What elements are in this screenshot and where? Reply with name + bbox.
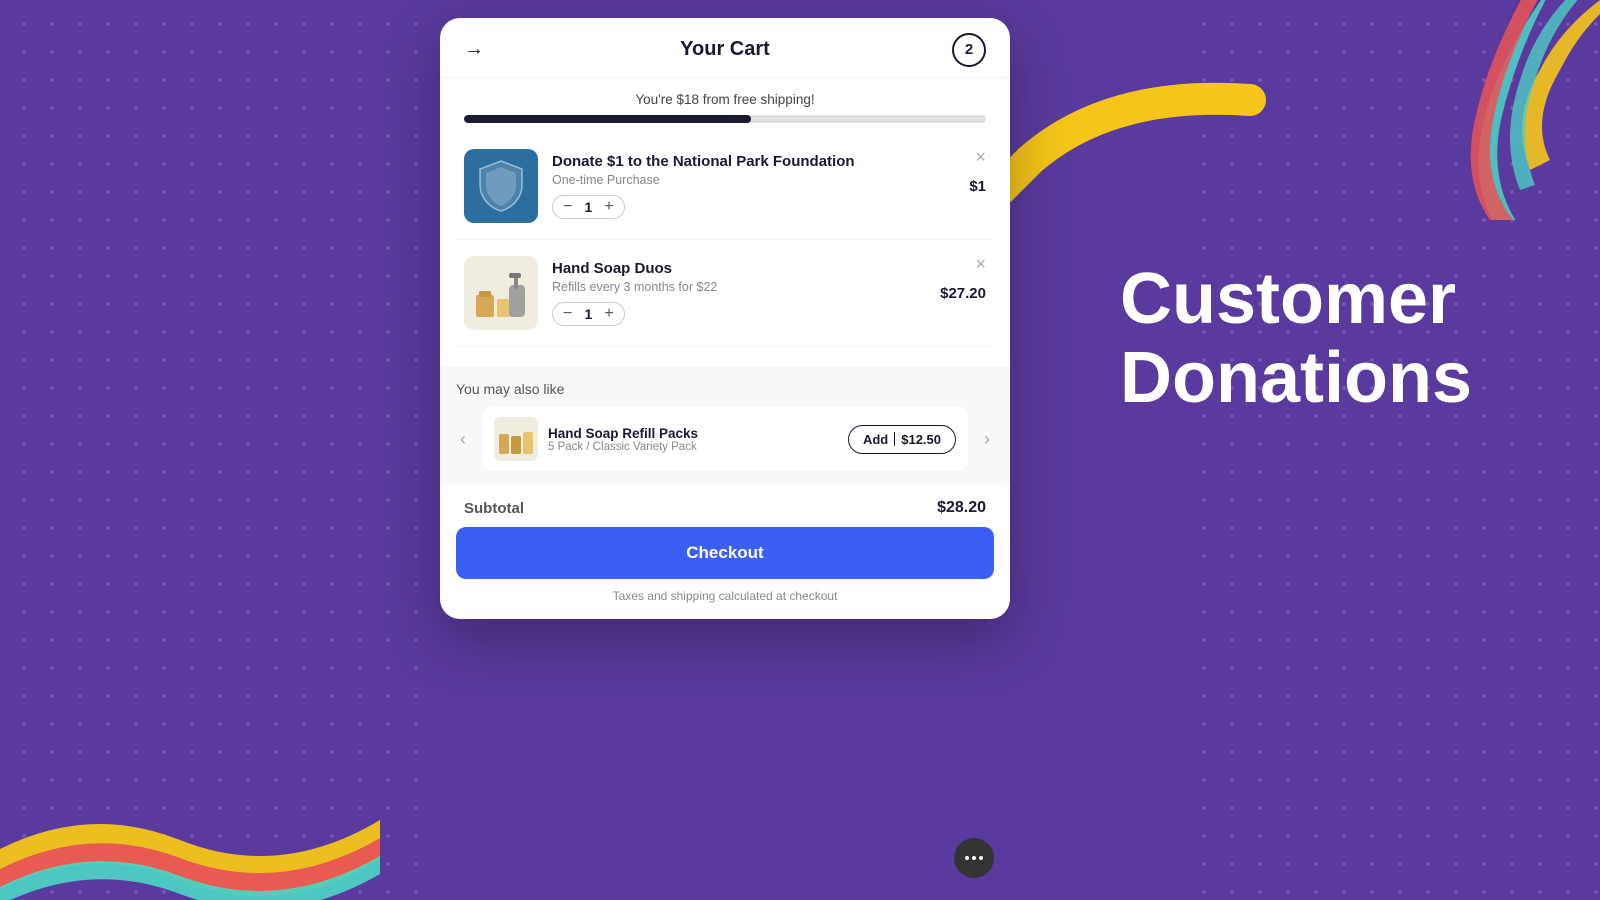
suggestion-row: ‹ Hand Soap Refill Packs 5 Pack / Classi… <box>456 407 994 471</box>
item-image-donation <box>464 149 538 223</box>
item-price-soap-duos: $27.20 <box>940 285 986 302</box>
add-label: Add <box>863 432 888 447</box>
remove-item-donation[interactable]: × <box>975 147 986 168</box>
qty-control-soap-duos: − 1 + <box>552 302 625 326</box>
item-name-soap-duos: Hand Soap Duos <box>552 260 926 277</box>
cart-item-soap-duos: Hand Soap Duos Refills every 3 months fo… <box>456 240 994 347</box>
also-like-section: You may also like ‹ Hand Soap Refill Pac… <box>440 367 1010 485</box>
shipping-progress-track <box>464 115 986 123</box>
qty-increase-soap-duos[interactable]: + <box>604 306 613 322</box>
item-info-donation: Donate $1 to the National Park Foundatio… <box>552 153 955 219</box>
suggestion-variant: 5 Pack / Classic Variety Pack <box>548 441 838 453</box>
qty-value-soap-duos: 1 <box>582 306 594 322</box>
item-info-soap-duos: Hand Soap Duos Refills every 3 months fo… <box>552 260 926 326</box>
item-subtitle-donation: One-time Purchase <box>552 173 955 187</box>
back-icon[interactable]: → <box>464 38 484 61</box>
subtotal-value: $28.20 <box>937 499 986 517</box>
qty-increase-donation[interactable]: + <box>604 199 613 215</box>
fab-dots-button[interactable] <box>954 838 994 878</box>
taxes-text: Taxes and shipping calculated at checkou… <box>440 589 1010 619</box>
qty-value-donation: 1 <box>582 199 594 215</box>
remove-item-soap-duos[interactable]: × <box>975 254 986 275</box>
ribbon-bottom-left <box>0 600 380 900</box>
spacer <box>440 347 1010 367</box>
suggestion-card: Hand Soap Refill Packs 5 Pack / Classic … <box>482 407 968 471</box>
suggestion-price: $12.50 <box>901 432 941 447</box>
qty-decrease-soap-duos[interactable]: − <box>563 306 572 322</box>
suggestion-name: Hand Soap Refill Packs <box>548 426 838 441</box>
cart-header: → Your Cart 2 <box>440 18 1010 78</box>
subtotal-label: Subtotal <box>464 500 524 517</box>
suggestion-info: Hand Soap Refill Packs 5 Pack / Classic … <box>548 426 838 453</box>
fab-dot-1 <box>965 856 969 860</box>
fab-dot-3 <box>979 856 983 860</box>
checkout-button[interactable]: Checkout <box>456 527 994 579</box>
cart-modal: → Your Cart 2 You're $18 from free shipp… <box>440 18 1010 619</box>
also-like-title: You may also like <box>456 381 994 397</box>
item-price-donation: $1 <box>969 178 986 195</box>
cart-items-list: Donate $1 to the National Park Foundatio… <box>440 133 1010 347</box>
add-suggestion-button[interactable]: Add $12.50 <box>848 425 956 454</box>
item-subtitle-soap-duos: Refills every 3 months for $22 <box>552 280 926 294</box>
suggestion-prev[interactable]: ‹ <box>456 425 470 454</box>
shipping-progress-fill <box>464 115 751 123</box>
qty-control-donation: − 1 + <box>552 195 625 219</box>
cart-title: Your Cart <box>680 38 770 61</box>
cart-count-badge: 2 <box>952 33 986 67</box>
cart-item-donation: Donate $1 to the National Park Foundatio… <box>456 133 994 240</box>
shipping-message: You're $18 from free shipping! <box>464 92 986 107</box>
promo-heading: Customer Donations <box>1120 260 1540 418</box>
suggestion-next[interactable]: › <box>980 425 994 454</box>
shipping-progress-section: You're $18 from free shipping! <box>440 78 1010 133</box>
ribbon-top-right <box>1320 0 1600 220</box>
item-name-donation: Donate $1 to the National Park Foundatio… <box>552 153 955 170</box>
fab-dot-2 <box>972 856 976 860</box>
suggestion-image <box>494 417 538 461</box>
item-image-soap-duos <box>464 256 538 330</box>
qty-decrease-donation[interactable]: − <box>563 199 572 215</box>
subtotal-row: Subtotal $28.20 <box>440 485 1010 527</box>
add-btn-divider <box>894 432 895 446</box>
